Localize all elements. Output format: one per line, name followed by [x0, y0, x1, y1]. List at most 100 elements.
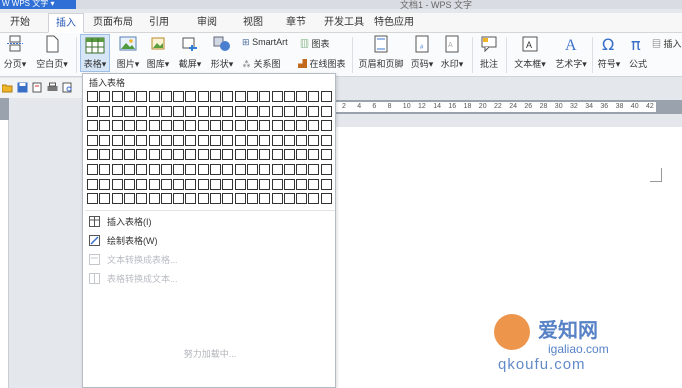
table-grid-cell[interactable]	[148, 164, 160, 175]
picture-button[interactable]: 图片▾	[114, 35, 142, 70]
table-grid-cell[interactable]	[320, 164, 332, 175]
table-grid-cell[interactable]	[234, 120, 246, 132]
table-grid-cell[interactable]	[259, 193, 271, 205]
table-grid-cell[interactable]	[271, 178, 283, 190]
symbol-button[interactable]: Ω 符号▾	[595, 35, 623, 70]
table-grid-cell[interactable]	[283, 178, 295, 190]
table-grid-cell[interactable]	[160, 164, 172, 175]
table-grid-cell[interactable]	[160, 91, 172, 102]
table-grid-cell[interactable]	[185, 120, 197, 132]
table-grid-cell[interactable]	[271, 164, 283, 175]
table-grid-cell[interactable]	[173, 178, 185, 190]
table-grid-cell[interactable]	[99, 178, 111, 190]
table-grid-cell[interactable]	[320, 120, 332, 132]
table-grid-cell[interactable]	[136, 91, 148, 102]
save-icon[interactable]	[17, 82, 28, 93]
tab-references[interactable]: 引用	[144, 13, 174, 33]
table-grid-cell[interactable]	[308, 134, 320, 146]
table-grid-cell[interactable]	[185, 193, 197, 205]
table-grid-cell[interactable]	[136, 193, 148, 205]
table-grid-cell[interactable]	[160, 178, 172, 190]
print-icon[interactable]	[47, 82, 58, 93]
table-grid-cell[interactable]	[136, 149, 148, 161]
chart-button[interactable]: ▥ 图表	[300, 37, 330, 50]
table-grid-cell[interactable]	[320, 178, 332, 190]
table-grid-cell[interactable]	[87, 178, 98, 190]
table-grid-cell[interactable]	[222, 134, 234, 146]
table-grid-cell[interactable]	[259, 120, 271, 132]
table-grid-cell[interactable]	[259, 91, 271, 102]
table-grid-cell[interactable]	[246, 178, 258, 190]
table-grid-cell[interactable]	[173, 193, 185, 205]
table-grid-cell[interactable]	[123, 120, 135, 132]
tab-page-layout[interactable]: 页面布局	[90, 13, 136, 33]
table-grid-cell[interactable]	[185, 178, 197, 190]
table-grid-cell[interactable]	[123, 91, 135, 102]
table-grid-cell[interactable]	[87, 91, 98, 102]
table-grid-cell[interactable]	[210, 164, 221, 175]
table-grid-cell[interactable]	[148, 193, 160, 205]
table-grid-cell[interactable]	[222, 164, 234, 175]
table-grid-cell[interactable]	[111, 105, 123, 117]
table-grid-cell[interactable]	[308, 105, 320, 117]
table-grid-cell[interactable]	[234, 178, 246, 190]
draw-table-item[interactable]: 绘制表格(W)	[89, 232, 329, 250]
table-grid-cell[interactable]	[222, 193, 234, 205]
table-grid-cell[interactable]	[160, 105, 172, 117]
table-grid-cell[interactable]	[185, 164, 197, 175]
table-grid-cell[interactable]	[173, 149, 185, 161]
table-grid-cell[interactable]	[173, 105, 185, 117]
tab-insert[interactable]: 插入	[48, 13, 84, 33]
insert-more-button[interactable]: ▤ 插入	[652, 37, 682, 50]
table-grid-cell[interactable]	[210, 120, 221, 132]
table-grid-cell[interactable]	[185, 149, 197, 161]
table-grid-cell[interactable]	[259, 149, 271, 161]
relation-chart-button[interactable]: ⁂ 关系图	[242, 57, 281, 70]
table-grid-cell[interactable]	[148, 178, 160, 190]
table-grid-cell[interactable]	[210, 193, 221, 205]
table-grid-cell[interactable]	[173, 134, 185, 146]
page-break-button[interactable]: 分页▾	[2, 35, 28, 70]
table-grid-cell[interactable]	[283, 149, 295, 161]
table-grid-cell[interactable]	[136, 120, 148, 132]
table-grid-cell[interactable]	[99, 149, 111, 161]
open-folder-icon[interactable]	[2, 82, 13, 93]
table-grid-cell[interactable]	[99, 134, 111, 146]
table-grid-cell[interactable]	[259, 105, 271, 117]
table-grid-cell[interactable]	[283, 105, 295, 117]
table-grid-cell[interactable]	[123, 178, 135, 190]
table-grid-cell[interactable]	[111, 120, 123, 132]
table-grid-cell[interactable]	[296, 178, 308, 190]
table-grid-cell[interactable]	[296, 134, 308, 146]
table-button[interactable]: 表格▾	[80, 34, 110, 72]
tab-review[interactable]: 审阅	[192, 13, 222, 33]
table-grid-cell[interactable]	[308, 149, 320, 161]
table-grid-cell[interactable]	[308, 164, 320, 175]
table-grid-cell[interactable]	[283, 193, 295, 205]
insert-table-item[interactable]: 插入表格(I)	[89, 213, 329, 231]
app-menu-button[interactable]: W WPS 文字 ▾	[0, 0, 76, 9]
table-grid-cell[interactable]	[99, 91, 111, 102]
table-grid-cell[interactable]	[296, 120, 308, 132]
export-icon[interactable]	[32, 82, 43, 93]
table-grid-cell[interactable]	[308, 120, 320, 132]
table-grid-cell[interactable]	[222, 149, 234, 161]
table-grid-cell[interactable]	[111, 149, 123, 161]
table-grid-cell[interactable]	[296, 193, 308, 205]
watermark-button[interactable]: A 水印▾	[438, 35, 466, 70]
table-grid-cell[interactable]	[197, 193, 209, 205]
table-grid-cell[interactable]	[99, 105, 111, 117]
table-grid-cell[interactable]	[99, 120, 111, 132]
table-grid-cell[interactable]	[246, 149, 258, 161]
table-grid-cell[interactable]	[111, 193, 123, 205]
tab-section[interactable]: 章节	[281, 13, 311, 33]
table-grid-cell[interactable]	[246, 120, 258, 132]
table-grid-cell[interactable]	[271, 105, 283, 117]
table-grid-cell[interactable]	[210, 149, 221, 161]
gallery-button[interactable]: 图库▾	[144, 35, 172, 70]
table-grid-cell[interactable]	[111, 134, 123, 146]
page-number-button[interactable]: # 页码▾	[408, 35, 436, 70]
table-grid-cell[interactable]	[296, 91, 308, 102]
table-grid-cell[interactable]	[123, 164, 135, 175]
header-footer-button[interactable]: 页眉和页脚	[356, 35, 406, 70]
